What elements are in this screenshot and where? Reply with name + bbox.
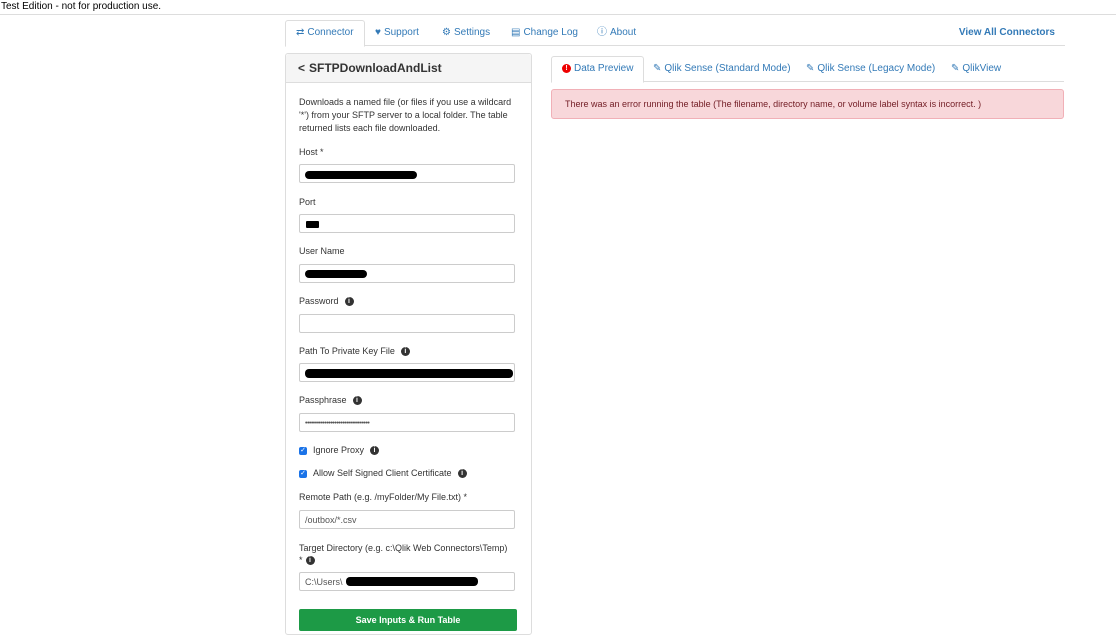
- redacted-block: [305, 369, 513, 378]
- tab-qlikview-label: QlikView: [962, 63, 1002, 74]
- top-nav: ⇄ Connector ♥ Support ⚙ Settings ▤ Change Lo…: [285, 20, 1065, 47]
- info-icon[interactable]: i: [370, 446, 380, 456]
- private-key-label: Path To Private Key File i: [299, 346, 410, 357]
- info-icon: ⓘ: [597, 27, 607, 38]
- view-all-connectors-link[interactable]: View All Connectors: [959, 20, 1055, 45]
- target-dir-input[interactable]: C:\Users\: [299, 572, 515, 591]
- target-dir-label: Target Directory (e.g. c:\Qlik Web Conne…: [299, 542, 521, 566]
- port-label: Port: [299, 197, 316, 207]
- username-input[interactable]: [299, 264, 515, 283]
- redacted-block: [346, 577, 478, 586]
- info-icon[interactable]: i: [344, 297, 354, 307]
- save-and-run-button[interactable]: Save Inputs & Run Table: [299, 609, 517, 631]
- pencil-icon: ✎: [951, 63, 960, 74]
- password-label: Password i: [299, 296, 354, 307]
- private-key-input[interactable]: [299, 363, 515, 382]
- pencil-icon: ✎: [653, 63, 662, 74]
- ignore-proxy-text: Ignore Proxy: [313, 445, 365, 455]
- banner-text: Test Edition - not for production use.: [1, 1, 162, 12]
- target-dir-label-text: Target Directory (e.g. c:\Qlik Web Conne…: [299, 543, 508, 553]
- host-label: Host *: [299, 147, 324, 157]
- host-input[interactable]: [299, 164, 515, 183]
- tab-qlik-sense-standard[interactable]: ✎ Qlik Sense (Standard Mode): [653, 56, 791, 81]
- preview-tabs: ! Data Preview ✎ Qlik Sense (Standard Mode…: [551, 56, 1064, 83]
- info-icon[interactable]: i: [400, 347, 410, 357]
- password-input[interactable]: [299, 314, 515, 333]
- tab-settings-label: Settings: [453, 27, 491, 38]
- table-description: Downloads a named file (or files if you …: [299, 97, 512, 133]
- passphrase-input[interactable]: •••••••••••••••••••••••••••••••••: [299, 413, 515, 432]
- password-label-text: Password: [299, 296, 339, 306]
- tab-settings[interactable]: ⚙ Settings: [442, 20, 490, 45]
- gear-icon: ⚙: [442, 27, 451, 38]
- ignore-proxy-label: Ignore Proxy i: [313, 445, 380, 456]
- tab-change-log[interactable]: ▤ Change Log: [511, 20, 578, 45]
- error-alert: There was an error running the table (Th…: [551, 89, 1064, 119]
- passphrase-label: Passphrase i: [299, 395, 362, 406]
- tab-qlik-sense-standard-label: Qlik Sense (Standard Mode): [664, 63, 791, 74]
- pencil-icon: ✎: [806, 63, 815, 74]
- exchange-icon: ⇄: [296, 27, 305, 38]
- tab-about[interactable]: ⓘ About: [597, 20, 636, 45]
- tab-support[interactable]: ♥ Support: [375, 20, 419, 45]
- test-edition-banner: Test Edition - not for production use.: [0, 0, 1116, 15]
- tab-data-preview-label: Data Preview: [574, 63, 634, 74]
- list-icon: ▤: [511, 27, 521, 38]
- port-input[interactable]: [299, 214, 515, 233]
- self-signed-label: Allow Self Signed Client Certificate i: [313, 468, 467, 479]
- target-dir-value: C:\Users\: [305, 577, 343, 587]
- error-icon: !: [562, 63, 571, 73]
- panel-header: < SFTPDownloadAndList: [286, 54, 531, 83]
- target-dir-required-mark: *: [299, 555, 303, 565]
- tab-about-label: About: [610, 27, 637, 38]
- tab-change-log-label: Change Log: [523, 27, 578, 38]
- tab-qlik-sense-legacy-label: Qlik Sense (Legacy Mode): [817, 63, 936, 74]
- redacted-block: [305, 270, 367, 278]
- remote-path-label: Remote Path (e.g. /myFolder/My File.txt)…: [299, 492, 468, 502]
- info-icon[interactable]: i: [457, 469, 467, 479]
- self-signed-text: Allow Self Signed Client Certificate: [313, 468, 452, 478]
- username-label: User Name: [299, 246, 345, 256]
- redacted-block: [306, 221, 319, 228]
- redacted-block: [305, 171, 417, 179]
- tab-connector[interactable]: ⇄ Connector: [285, 20, 365, 47]
- tab-connector-label: Connector: [307, 27, 354, 38]
- self-signed-checkbox[interactable]: ✓: [299, 470, 307, 478]
- info-icon[interactable]: i: [305, 556, 315, 566]
- panel-title: SFTPDownloadAndList: [309, 61, 442, 75]
- tab-qlikview[interactable]: ✎ QlikView: [951, 56, 1001, 81]
- connector-panel: < SFTPDownloadAndList Downloads a named f…: [285, 53, 532, 635]
- info-icon[interactable]: i: [352, 396, 362, 406]
- passphrase-label-text: Passphrase: [299, 395, 347, 405]
- heart-icon: ♥: [375, 27, 381, 38]
- back-chevron-icon[interactable]: <: [298, 61, 305, 75]
- tab-data-preview[interactable]: ! Data Preview: [551, 56, 645, 83]
- private-key-label-text: Path To Private Key File: [299, 346, 395, 356]
- ignore-proxy-checkbox[interactable]: ✓: [299, 447, 307, 455]
- remote-path-input[interactable]: /outbox/*.csv: [299, 510, 515, 529]
- tab-support-label: Support: [383, 27, 419, 38]
- tab-qlik-sense-legacy[interactable]: ✎ Qlik Sense (Legacy Mode): [806, 56, 935, 81]
